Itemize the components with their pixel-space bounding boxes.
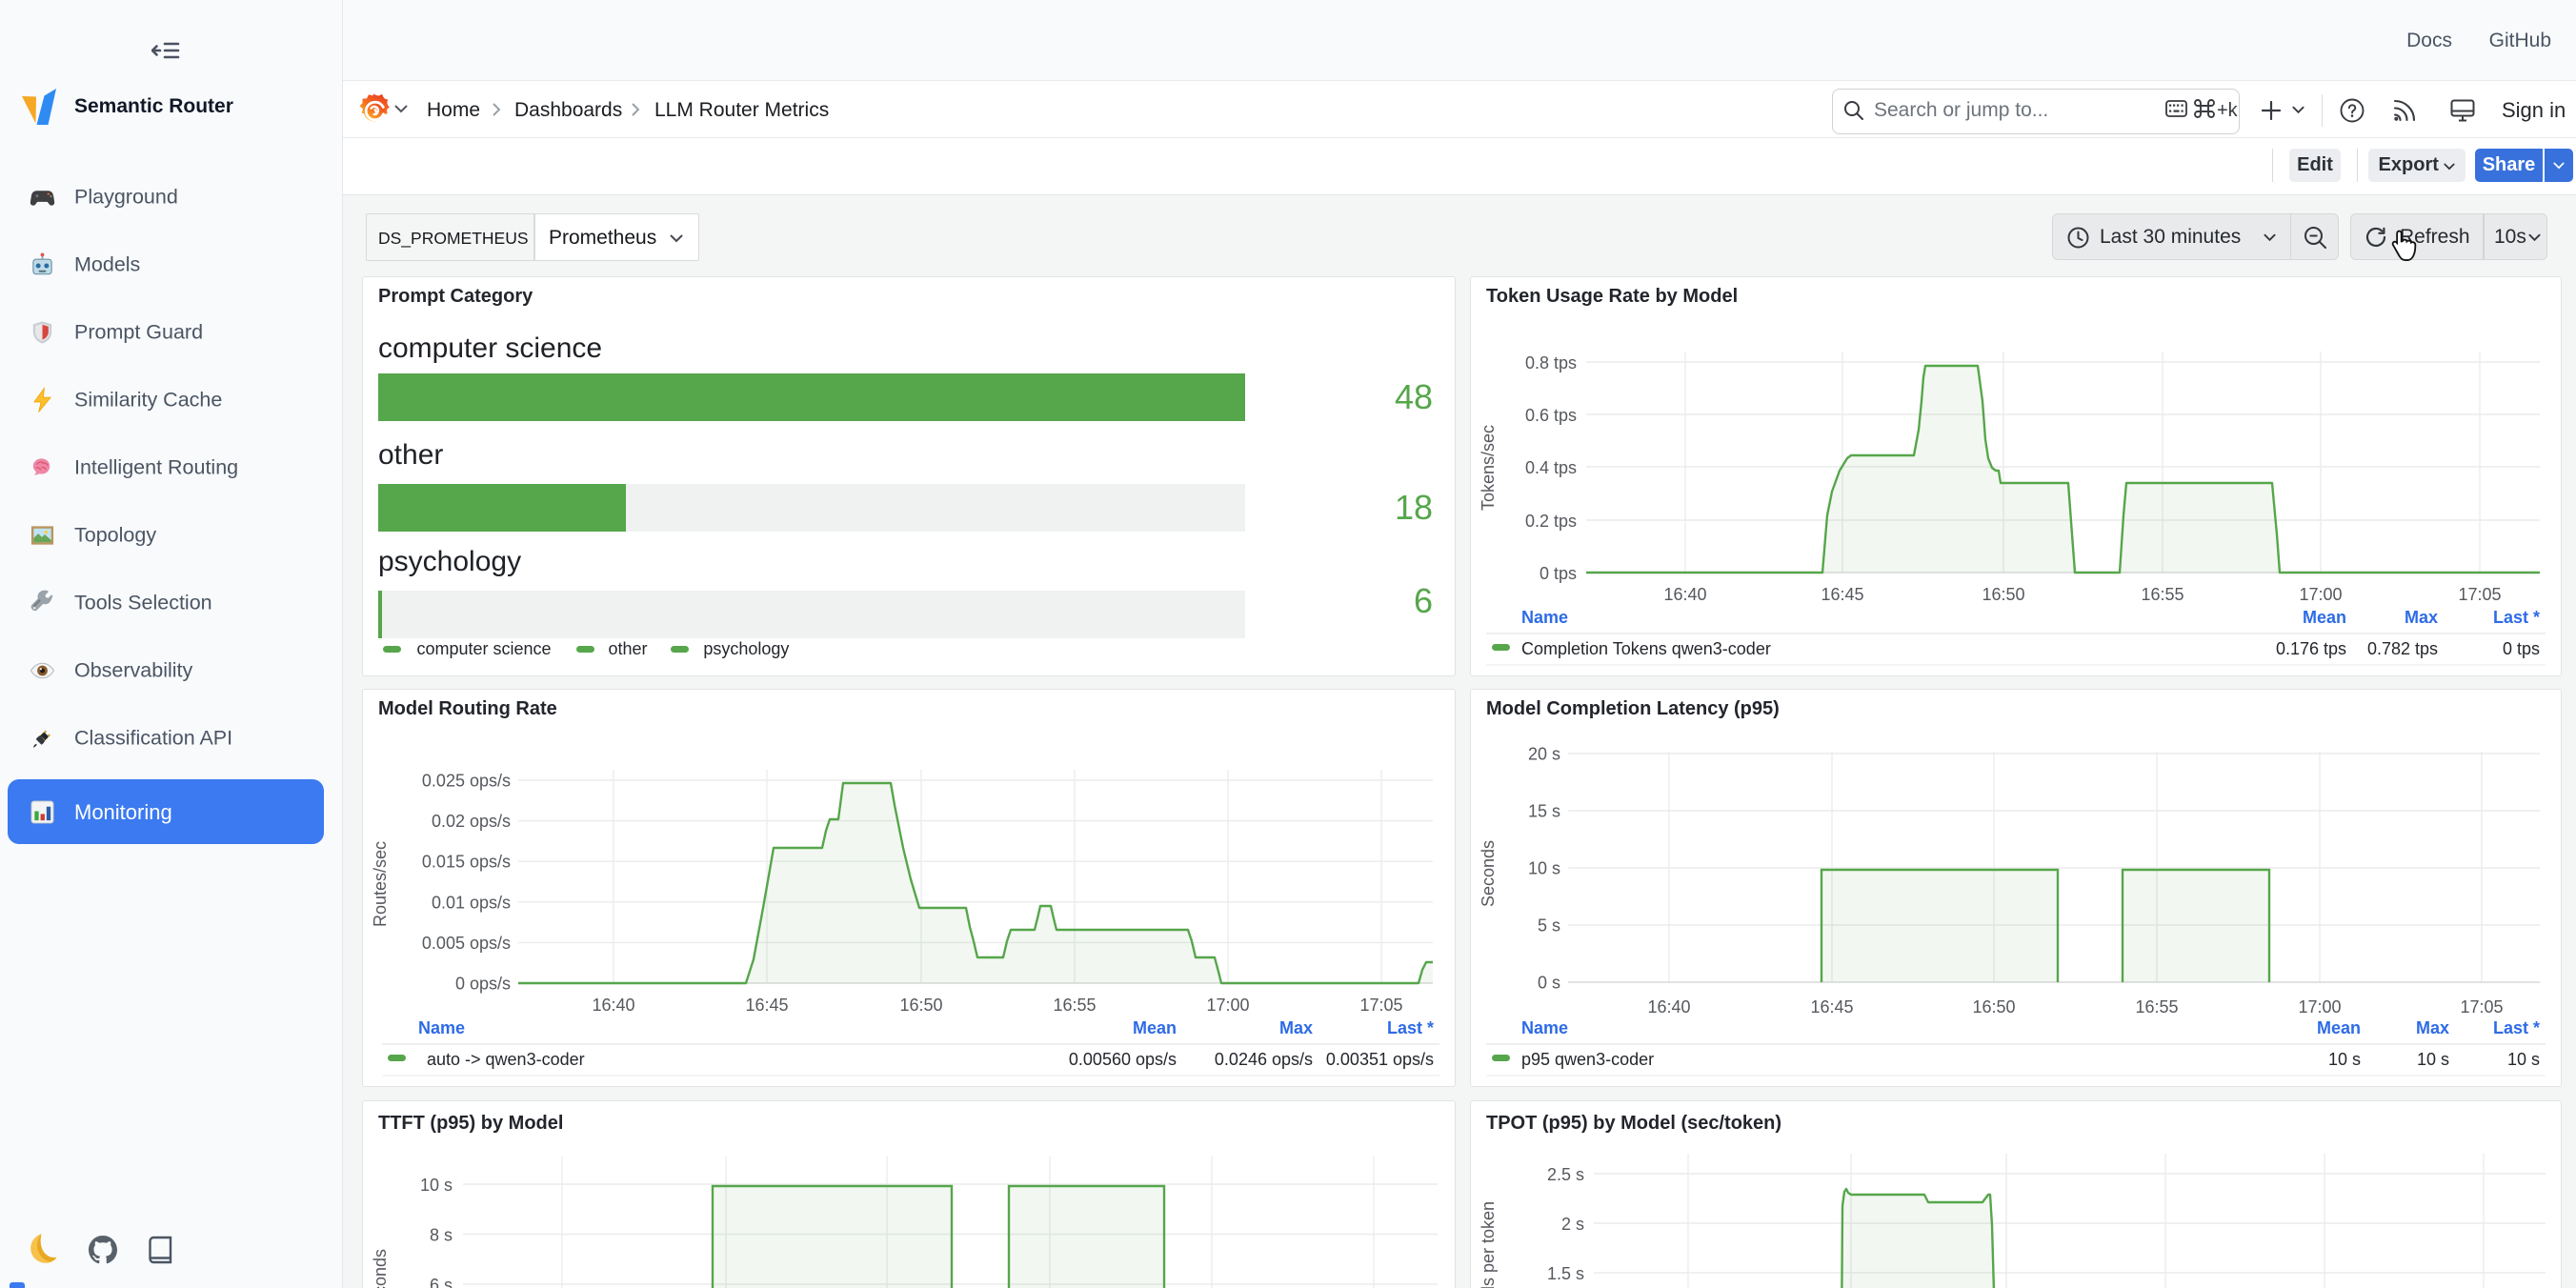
svg-text:Last *: Last * — [2493, 1018, 2540, 1037]
svg-text:20 s: 20 s — [1528, 745, 1560, 764]
svg-text:5 s: 5 s — [1538, 916, 1560, 936]
svg-text:0 tps: 0 tps — [1540, 564, 1577, 583]
svg-text:0.8 tps: 0.8 tps — [1525, 353, 1577, 372]
svg-text:0 s: 0 s — [1538, 974, 1560, 993]
svg-text:15 s: 15 s — [1528, 802, 1560, 821]
svg-text:Tokens/sec: Tokens/sec — [1479, 425, 1498, 511]
svg-text:16:55: 16:55 — [1053, 996, 1096, 1015]
svg-text:0 ops/s: 0 ops/s — [455, 975, 511, 994]
svg-text:p95 qwen3-coder: p95 qwen3-coder — [1521, 1050, 1654, 1069]
svg-text:10 s: 10 s — [1528, 859, 1560, 878]
svg-text:10 s: 10 s — [420, 1176, 453, 1195]
svg-text:Max: Max — [2416, 1018, 2449, 1037]
svg-text:Mean: Mean — [2317, 1018, 2361, 1037]
svg-text:10 s: 10 s — [2417, 1050, 2449, 1069]
svg-text:Seconds: Seconds — [371, 1249, 390, 1288]
svg-text:16:50: 16:50 — [899, 996, 942, 1015]
svg-text:0.4 tps: 0.4 tps — [1525, 458, 1577, 477]
svg-text:0.176 tps: 0.176 tps — [2276, 639, 2346, 658]
svg-text:0.025 ops/s: 0.025 ops/s — [422, 772, 511, 791]
svg-text:0.005 ops/s: 0.005 ops/s — [422, 934, 511, 953]
svg-text:auto -> qwen3-coder: auto -> qwen3-coder — [427, 1050, 585, 1069]
svg-text:0.02 ops/s: 0.02 ops/s — [432, 812, 511, 831]
svg-text:10 s: 10 s — [2328, 1050, 2361, 1069]
svg-text:0.00560 ops/s: 0.00560 ops/s — [1069, 1050, 1177, 1069]
svg-text:1.5 s: 1.5 s — [1547, 1264, 1584, 1283]
svg-text:Name: Name — [1521, 1018, 1568, 1037]
svg-text:17:05: 17:05 — [2458, 585, 2501, 604]
svg-text:0.782 tps: 0.782 tps — [2367, 639, 2438, 658]
svg-text:10 s: 10 s — [2507, 1050, 2540, 1069]
svg-text:16:40: 16:40 — [1663, 585, 1706, 604]
svg-text:Max: Max — [2405, 608, 2438, 627]
svg-text:16:50: 16:50 — [1982, 585, 2024, 604]
svg-text:Name: Name — [418, 1018, 465, 1037]
svg-text:Last *: Last * — [1387, 1018, 1434, 1037]
svg-text:Completion Tokens qwen3-coder: Completion Tokens qwen3-coder — [1521, 639, 1771, 658]
svg-text:16:55: 16:55 — [2135, 997, 2178, 1016]
svg-text:0.6 tps: 0.6 tps — [1525, 406, 1577, 425]
svg-text:0.01 ops/s: 0.01 ops/s — [432, 893, 511, 912]
svg-text:Last *: Last * — [2493, 608, 2540, 627]
svg-text:16:45: 16:45 — [1810, 997, 1853, 1016]
svg-text:17:05: 17:05 — [1359, 996, 1402, 1015]
svg-text:16:50: 16:50 — [1972, 997, 2015, 1016]
svg-text:Mean: Mean — [2303, 608, 2346, 627]
svg-text:Routes/sec: Routes/sec — [371, 841, 390, 927]
svg-text:6 s: 6 s — [430, 1276, 453, 1288]
svg-text:Name: Name — [1521, 608, 1568, 627]
svg-text:17:05: 17:05 — [2460, 997, 2503, 1016]
svg-text:2 s: 2 s — [1561, 1215, 1584, 1234]
svg-text:0.0246 ops/s: 0.0246 ops/s — [1215, 1050, 1313, 1069]
svg-text:Seconds: Seconds — [1479, 840, 1498, 907]
svg-text:0 tps: 0 tps — [2503, 639, 2540, 658]
svg-text:Seconds per token: Seconds per token — [1479, 1201, 1498, 1288]
svg-text:16:45: 16:45 — [745, 996, 788, 1015]
svg-text:16:45: 16:45 — [1821, 585, 1863, 604]
svg-text:2.5 s: 2.5 s — [1547, 1165, 1584, 1184]
svg-text:0.015 ops/s: 0.015 ops/s — [422, 853, 511, 872]
svg-text:17:00: 17:00 — [2298, 997, 2341, 1016]
svg-text:17:00: 17:00 — [1206, 996, 1249, 1015]
svg-text:8 s: 8 s — [430, 1226, 453, 1245]
svg-text:0.2 tps: 0.2 tps — [1525, 512, 1577, 531]
svg-text:Max: Max — [1279, 1018, 1313, 1037]
svg-text:16:40: 16:40 — [592, 996, 634, 1015]
svg-text:16:55: 16:55 — [2141, 585, 2184, 604]
svg-text:16:40: 16:40 — [1647, 997, 1690, 1016]
svg-text:17:00: 17:00 — [2299, 585, 2342, 604]
svg-text:Mean: Mean — [1133, 1018, 1177, 1037]
svg-text:0.00351 ops/s: 0.00351 ops/s — [1326, 1050, 1434, 1069]
